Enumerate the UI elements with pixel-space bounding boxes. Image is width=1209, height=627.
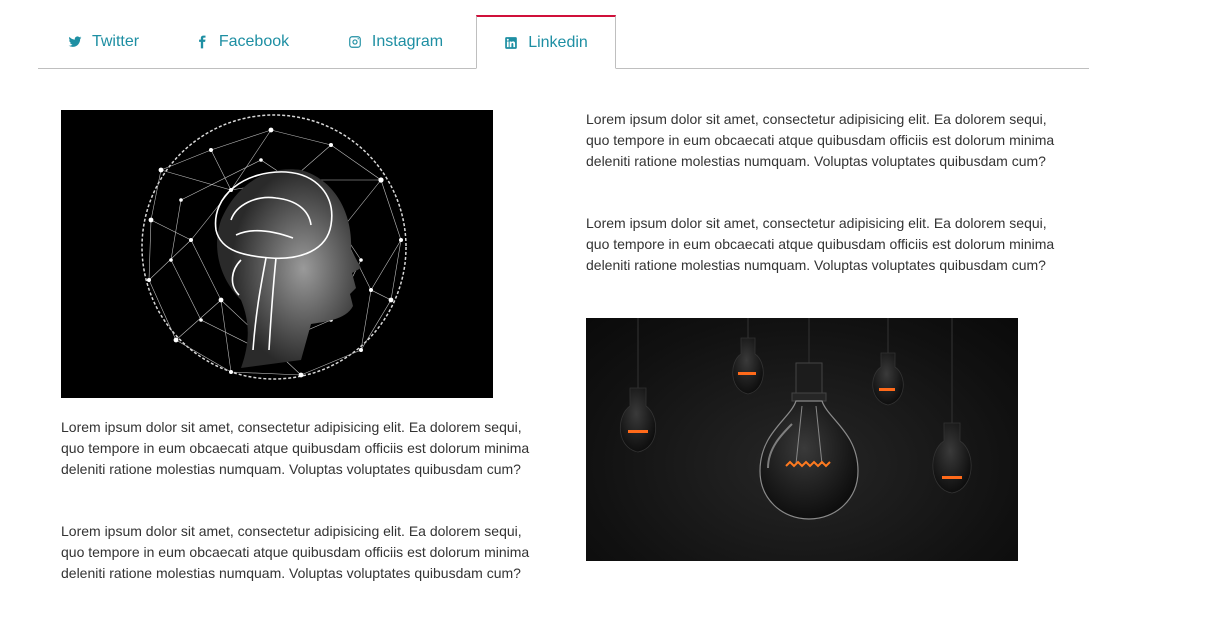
instagram-icon xyxy=(348,35,362,49)
twitter-icon xyxy=(68,35,82,49)
tab-twitter-label: Twitter xyxy=(91,32,140,50)
social-tabs: Twitter Facebook Instagram Linkedin xyxy=(38,14,1089,69)
tab-instagram-label: Instagram xyxy=(371,32,444,50)
left-paragraph-1: Lorem ipsum dolor sit amet, consectetur … xyxy=(61,419,530,477)
light-bulbs-image xyxy=(586,318,1018,561)
left-paragraph-2: Lorem ipsum dolor sit amet, consectetur … xyxy=(61,523,530,581)
tab-twitter[interactable]: Twitter xyxy=(38,15,169,68)
facebook-icon xyxy=(195,35,209,49)
tab-linkedin[interactable]: Linkedin xyxy=(476,15,616,69)
tab-facebook[interactable]: Facebook xyxy=(169,15,315,68)
tab-linkedin-label: Linkedin xyxy=(528,33,588,51)
tab-instagram[interactable]: Instagram xyxy=(315,15,476,68)
right-paragraph-1: Lorem ipsum dolor sit amet, consectetur … xyxy=(586,111,1055,169)
tab-facebook-label: Facebook xyxy=(218,32,290,50)
right-paragraph-2: Lorem ipsum dolor sit amet, consectetur … xyxy=(586,215,1055,273)
linkedin-icon xyxy=(504,36,518,50)
brain-network-image xyxy=(61,110,493,398)
